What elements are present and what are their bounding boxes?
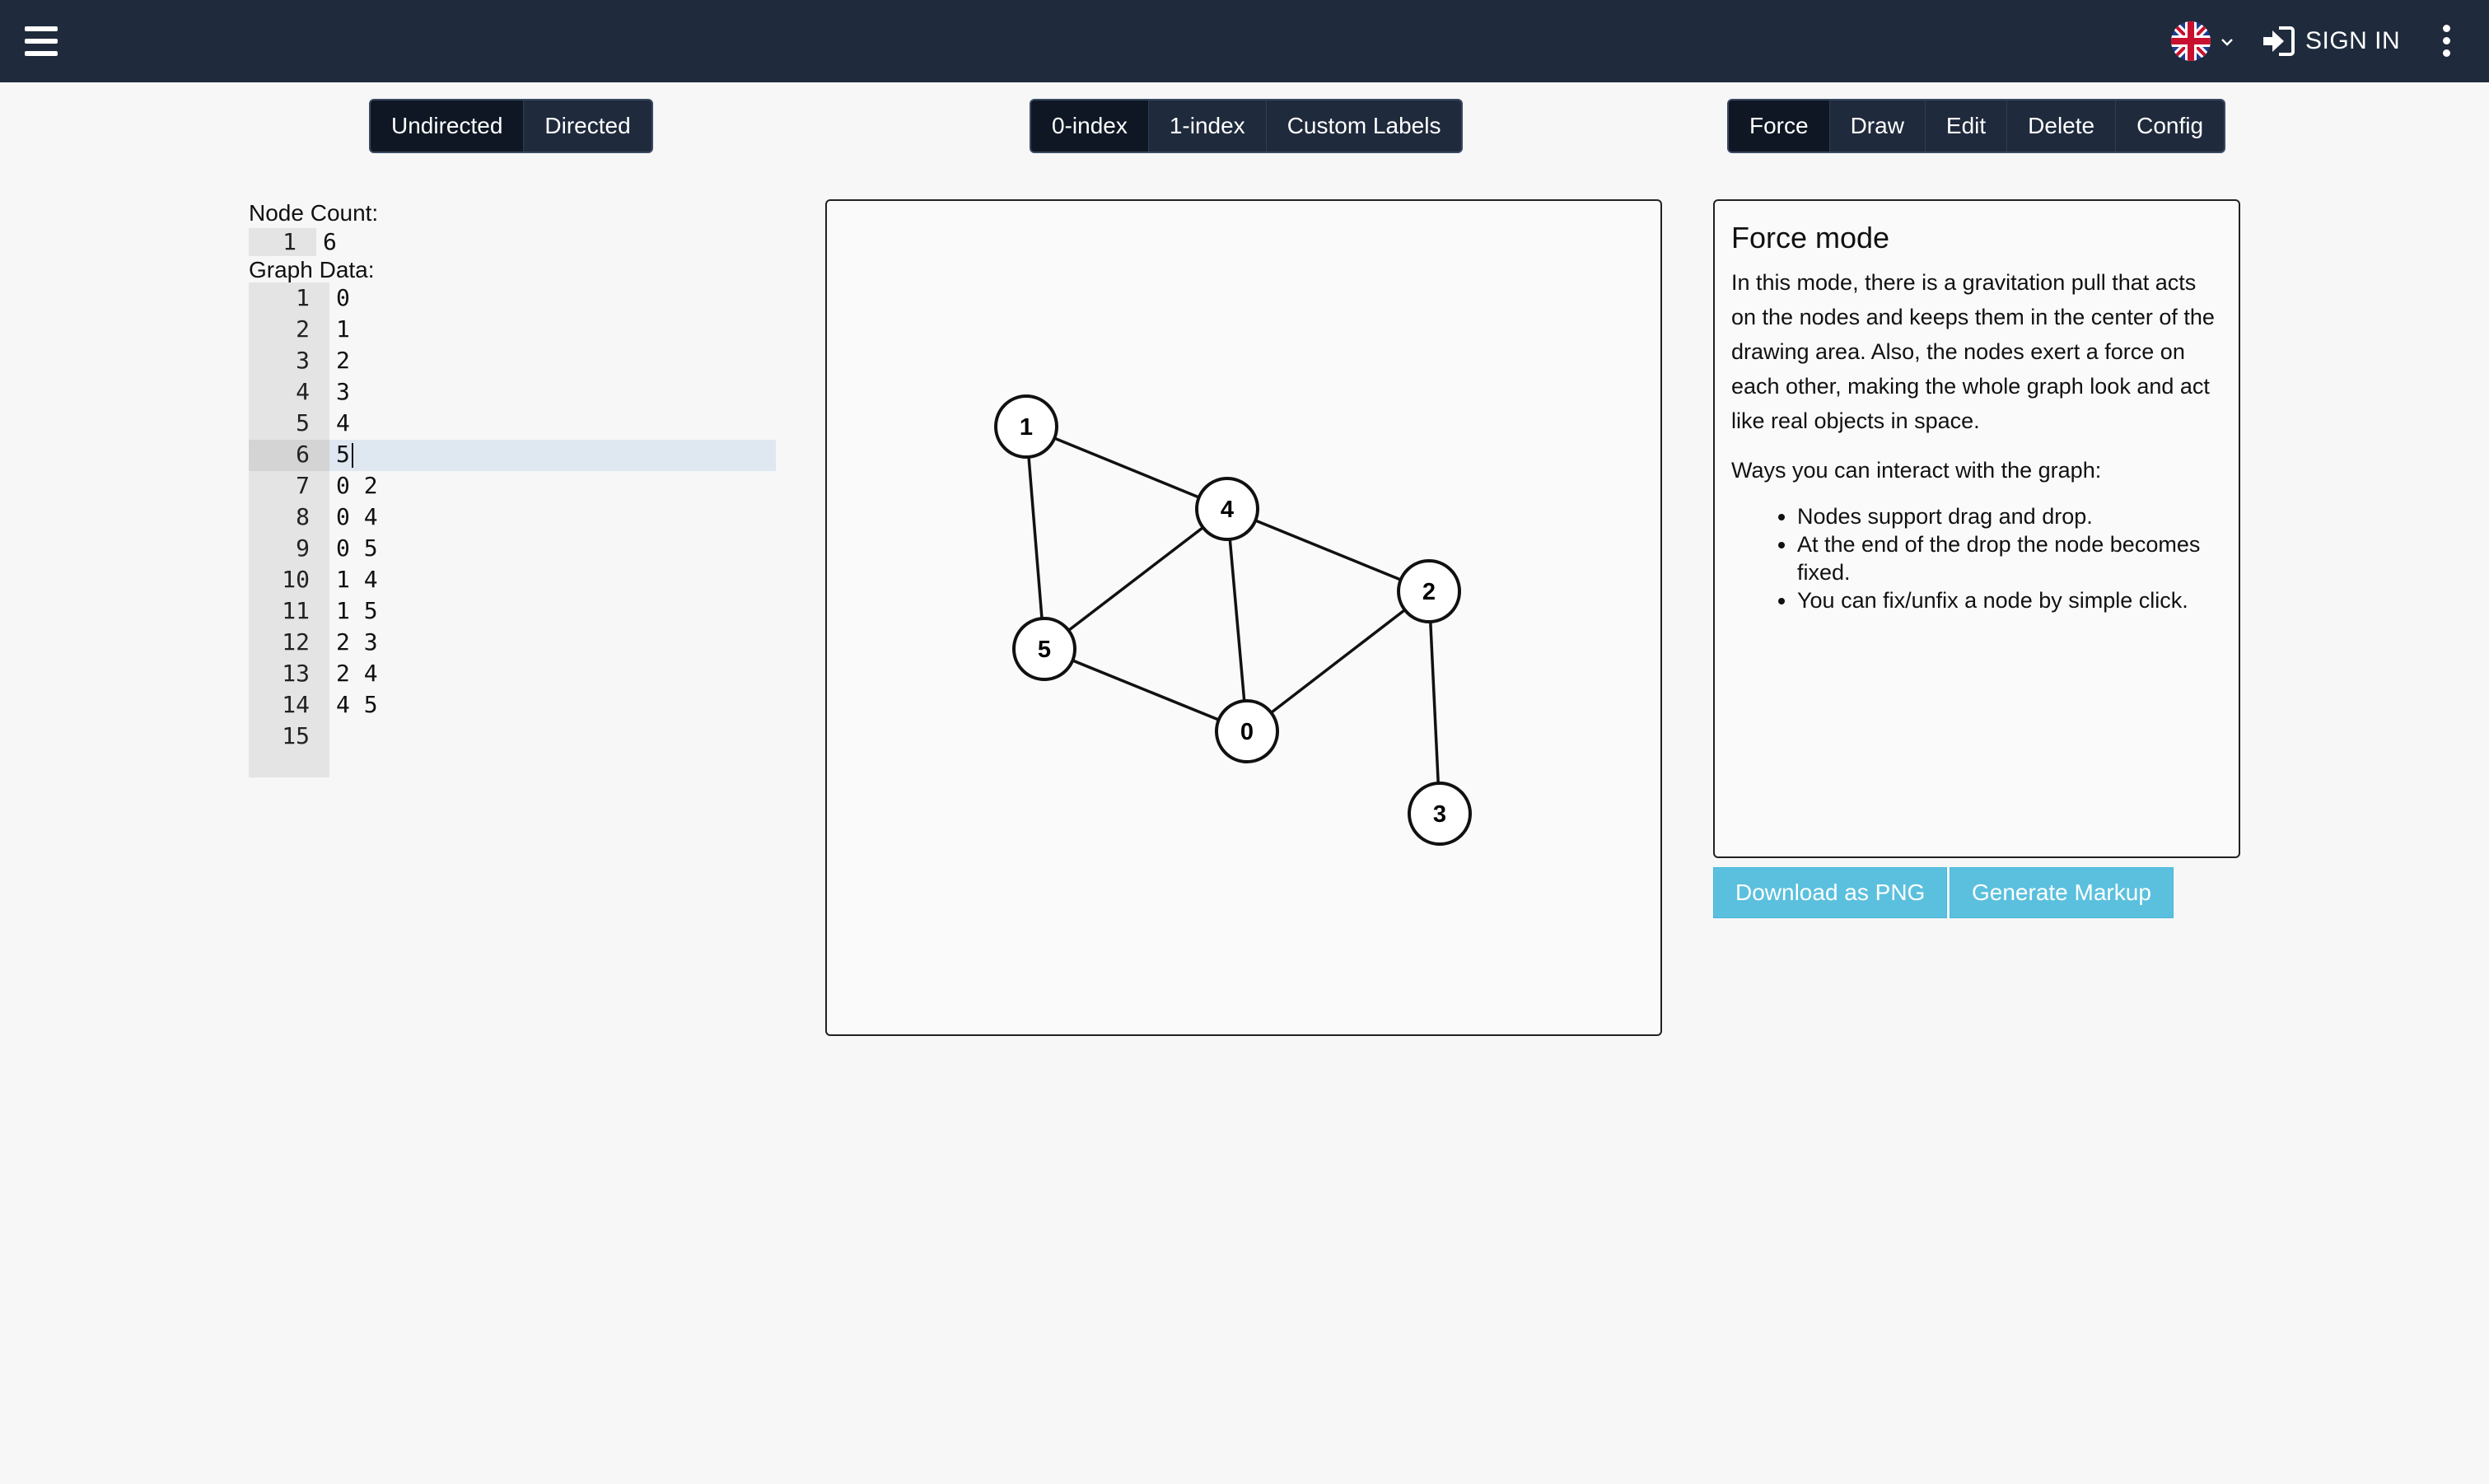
graph-data-line-number: 4 bbox=[296, 378, 310, 405]
info-bullet: Nodes support drag and drop. bbox=[1797, 502, 2222, 530]
graph-node[interactable]: 4 bbox=[1195, 477, 1259, 541]
graph-data-line-number: 13 bbox=[282, 660, 310, 687]
info-subtitle: Ways you can interact with the graph: bbox=[1731, 458, 2102, 483]
download-png-button[interactable]: Download as PNG bbox=[1713, 867, 1948, 918]
graph-data-line: 0 4 bbox=[336, 503, 378, 530]
graph-node[interactable]: 5 bbox=[1012, 617, 1076, 681]
graph-data-line: 1 4 bbox=[336, 566, 378, 593]
info-paragraph: In this mode, there is a gravitation pul… bbox=[1731, 270, 2215, 433]
graph-data-line-number: 1 bbox=[296, 284, 310, 311]
graph-data-line-number: 10 bbox=[282, 566, 310, 593]
graph-edge bbox=[1044, 647, 1248, 733]
graph-edge bbox=[1043, 507, 1229, 651]
graph-data-line-number: 15 bbox=[282, 722, 310, 749]
graph-data-line-number: 14 bbox=[282, 691, 310, 718]
graph-node-label: 2 bbox=[1422, 579, 1436, 605]
graph-node-label: 1 bbox=[1020, 414, 1033, 441]
zero-index-button[interactable]: 0-index bbox=[1031, 100, 1149, 152]
active-line-highlight bbox=[329, 440, 776, 471]
language-selector[interactable] bbox=[2169, 20, 2242, 63]
top-navbar: SIGN IN bbox=[0, 0, 2489, 82]
uk-flag-icon bbox=[2171, 21, 2233, 61]
graph-data-line: 0 2 bbox=[336, 472, 378, 499]
graph-data-line-number: 6 bbox=[296, 441, 310, 468]
config-mode-button[interactable]: Config bbox=[2116, 100, 2224, 152]
graph-data-line: 1 bbox=[336, 315, 350, 343]
graph-node-label: 4 bbox=[1221, 497, 1234, 523]
graph-node[interactable]: 3 bbox=[1408, 782, 1472, 846]
graph-data-line-number: 7 bbox=[296, 472, 310, 499]
info-bullet: You can fix/unfix a node by simple click… bbox=[1797, 586, 2222, 614]
graph-node-label: 5 bbox=[1038, 637, 1051, 663]
graph-data-line: 3 bbox=[336, 378, 350, 405]
graph-data-line-number: 2 bbox=[296, 315, 310, 343]
chevron-down-icon bbox=[2221, 39, 2233, 46]
force-mode-button[interactable]: Force bbox=[1729, 100, 1830, 152]
node-count-line-number: 1 bbox=[283, 228, 297, 255]
graph-node-label: 0 bbox=[1240, 719, 1254, 745]
generate-markup-button[interactable]: Generate Markup bbox=[1950, 867, 2174, 918]
graph-data-line-number: 12 bbox=[282, 628, 310, 656]
graph-data-line: 2 4 bbox=[336, 660, 378, 687]
graph-canvas[interactable]: 0 1 2 3 4 5 bbox=[825, 199, 1662, 1036]
graph-data-line: 0 bbox=[336, 284, 350, 311]
graph-edge bbox=[1025, 425, 1228, 511]
info-panel: Force mode In this mode, there is a grav… bbox=[1713, 199, 2240, 858]
graph-edge bbox=[1427, 590, 1441, 814]
hamburger-icon[interactable] bbox=[25, 26, 58, 56]
graph-data-line: 2 bbox=[336, 347, 350, 374]
graph-data-line: 1 5 bbox=[336, 597, 378, 624]
mode-toggle-group: Force Draw Edit Delete Config bbox=[1727, 99, 2226, 153]
custom-labels-button[interactable]: Custom Labels bbox=[1267, 100, 1462, 152]
edit-mode-button[interactable]: Edit bbox=[1926, 100, 2008, 152]
node-count-value[interactable]: 6 bbox=[323, 228, 337, 255]
graph-data-line-number: 5 bbox=[296, 409, 310, 436]
draw-mode-button[interactable]: Draw bbox=[1830, 100, 1926, 152]
one-index-button[interactable]: 1-index bbox=[1149, 100, 1267, 152]
graph-data-label: Graph Data: bbox=[249, 257, 375, 282]
graph-data-line: 4 5 bbox=[336, 691, 378, 718]
graph-node-label: 3 bbox=[1433, 801, 1446, 828]
text-cursor bbox=[352, 443, 353, 468]
graph-data-line: 5 bbox=[336, 441, 350, 468]
graph-data-line-number: 8 bbox=[296, 503, 310, 530]
graph-node[interactable]: 1 bbox=[994, 394, 1058, 459]
graph-node[interactable]: 2 bbox=[1397, 559, 1461, 623]
direction-toggle-group: Undirected Directed bbox=[369, 99, 653, 153]
info-bullet-list: Nodes support drag and drop. At the end … bbox=[1731, 502, 2222, 614]
graph-data-line: 2 3 bbox=[336, 628, 378, 656]
delete-mode-button[interactable]: Delete bbox=[2007, 100, 2117, 152]
sign-in-label: SIGN IN bbox=[2305, 27, 2401, 54]
graph-data-line-number: 3 bbox=[296, 347, 310, 374]
sign-in-icon bbox=[2263, 26, 2295, 56]
sign-in-button[interactable]: SIGN IN bbox=[2261, 25, 2400, 58]
graph-node[interactable]: 0 bbox=[1215, 699, 1279, 763]
info-bullet: At the end of the drop the node becomes … bbox=[1797, 530, 2222, 586]
graph-data-line-number: 11 bbox=[282, 597, 310, 624]
graph-data-line-number: 9 bbox=[296, 534, 310, 562]
graph-data-line: 4 bbox=[336, 409, 350, 436]
graph-edge bbox=[1226, 507, 1430, 593]
graph-edge bbox=[1245, 590, 1431, 733]
undirected-button[interactable]: Undirected bbox=[371, 100, 525, 152]
node-count-label: Node Count: bbox=[249, 200, 379, 226]
graph-svg[interactable]: 0 1 2 3 4 5 bbox=[827, 201, 1660, 1034]
directed-button[interactable]: Directed bbox=[524, 100, 651, 152]
graph-data-line: 0 5 bbox=[336, 534, 378, 562]
index-toggle-group: 0-index 1-index Custom Labels bbox=[1030, 99, 1464, 153]
kebab-menu-icon[interactable] bbox=[2438, 25, 2454, 58]
graph-edge bbox=[1226, 508, 1249, 732]
graph-edge bbox=[1025, 426, 1046, 650]
info-title: Force mode bbox=[1731, 221, 1890, 254]
